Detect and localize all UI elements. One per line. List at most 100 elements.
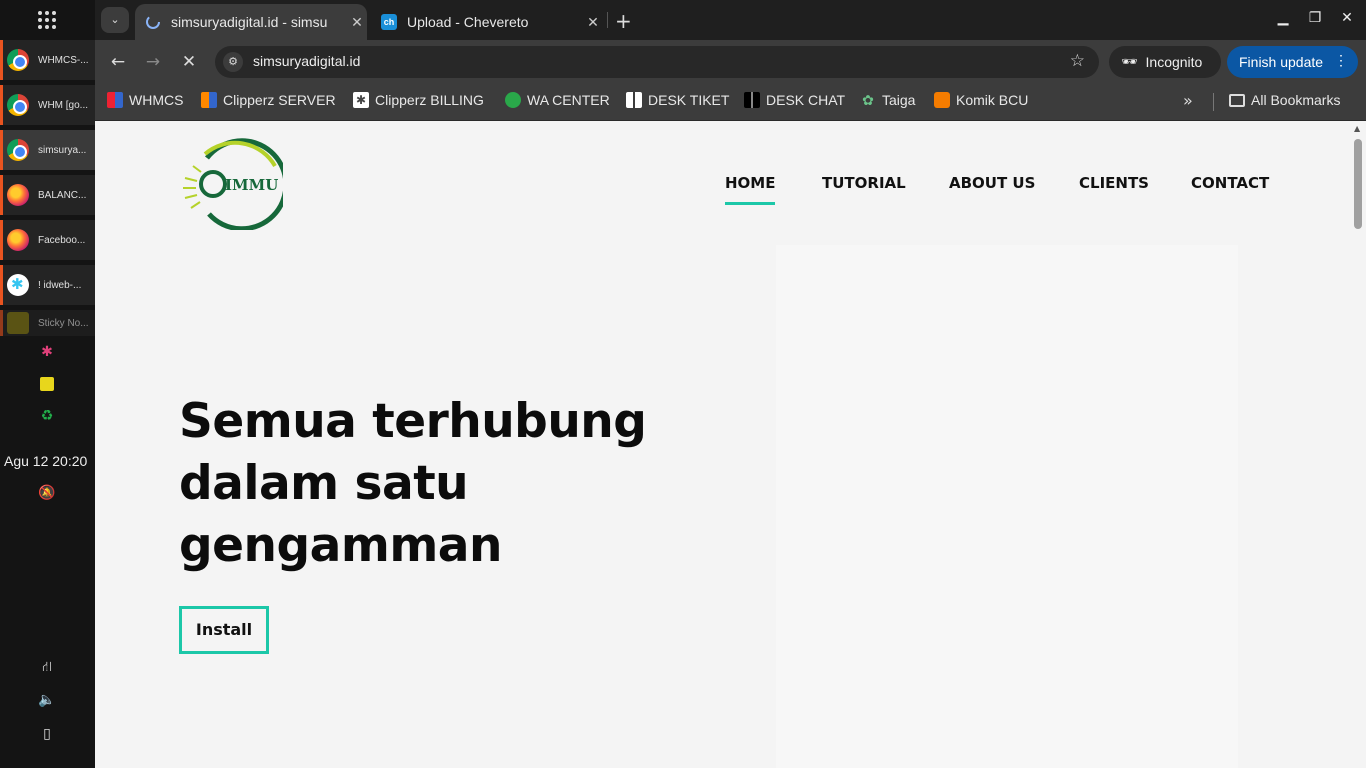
more-bookmarks-icon[interactable]: » [1183, 91, 1193, 110]
bookmark-desk-tiket[interactable]: DESK TIKET [626, 92, 729, 108]
show-apps-icon[interactable] [37, 10, 57, 30]
incognito-indicator[interactable]: 🕶 Incognito [1109, 46, 1221, 78]
site-info-icon[interactable]: ⚙ [223, 52, 243, 72]
tab-title: simsuryadigital.id - simsu [171, 14, 328, 30]
address-bar[interactable]: ⚙ simsuryadigital.id ☆ [215, 46, 1099, 78]
taskbar-item-facebook[interactable]: Faceboo... [0, 220, 95, 260]
taskbar-item-simsurya[interactable]: simsurya... [0, 130, 95, 170]
taskbar-item-label: WHMCS-... [38, 54, 89, 66]
firefox-icon [7, 229, 29, 251]
restore-button[interactable]: ❐ [1305, 10, 1325, 26]
bookmark-label: DESK TIKET [648, 92, 730, 108]
taskbar-item-whm[interactable]: WHM [go... [0, 85, 95, 125]
chrome-icon [7, 139, 29, 161]
chrome-icon [7, 94, 29, 116]
page-scrollbar[interactable]: ▲ [1350, 121, 1366, 768]
back-button[interactable]: ← [107, 51, 129, 73]
tab-simsuryadigital[interactable]: simsuryadigital.id - simsu ✕ [135, 4, 367, 40]
taskbar-item-label: Faceboo... [38, 234, 86, 246]
desk-chat-icon [744, 92, 760, 108]
recycle-tray-icon[interactable]: ♻ [38, 407, 56, 425]
taskbar-item-idweb[interactable]: ! idweb-... [0, 265, 95, 305]
all-bookmarks-label: All Bookmarks [1251, 92, 1341, 108]
finish-update-button[interactable]: Finish update ⋮ [1227, 46, 1358, 78]
bookmarks-bar: WHMCS Clipperz SERVER ✱ Clipperz BILLING… [95, 84, 1366, 121]
chevereto-icon: ch [381, 14, 397, 30]
all-bookmarks-button[interactable]: All Bookmarks [1229, 92, 1340, 108]
bookmark-whmcs[interactable]: WHMCS [107, 92, 183, 108]
bookmark-label: Clipperz BILLING [375, 92, 484, 108]
taskbar-item-label: WHM [go... [38, 99, 89, 111]
scrollbar-thumb[interactable] [1354, 139, 1362, 229]
menu-dots-icon: ⋮ [1334, 52, 1348, 68]
nav-home[interactable]: HOME [725, 174, 776, 205]
blogger-icon [934, 92, 950, 108]
loading-spinner-icon [146, 15, 160, 29]
close-tab-icon[interactable]: ✕ [349, 14, 365, 31]
taskbar-item-balance[interactable]: BALANC... [0, 175, 95, 215]
bookmark-clipperz-server[interactable]: Clipperz SERVER [201, 92, 336, 108]
finish-update-label: Finish update [1239, 54, 1324, 70]
clock[interactable]: Agu 12 20:20 [4, 453, 87, 469]
hero-image-placeholder [776, 245, 1238, 768]
bookmark-label: Komik BCU [956, 92, 1029, 108]
nav-contact[interactable]: CONTACT [1191, 174, 1269, 192]
desk-tiket-icon [626, 92, 642, 108]
new-tab-button[interactable]: + [615, 9, 632, 33]
taskbar-item-whmcs[interactable]: WHMCS-... [0, 40, 95, 80]
incognito-label: Incognito [1145, 54, 1203, 70]
taskbar: WHMCS-... WHM [go... simsurya... BALANC.… [0, 0, 95, 768]
install-button[interactable]: Install [179, 606, 269, 654]
tab-upload-chevereto[interactable]: ch Upload - Chevereto ✕ [371, 4, 603, 40]
hero-title-line: gengamman [179, 518, 502, 573]
nav-clients[interactable]: CLIENTS [1079, 174, 1149, 192]
notifications-muted-icon[interactable]: 🔕 [38, 484, 56, 502]
taskbar-item-label: ! idweb-... [38, 279, 82, 291]
bookmark-label: DESK CHAT [766, 92, 846, 108]
bookmark-star-icon[interactable]: ☆ [1070, 51, 1085, 71]
scroll-up-icon[interactable]: ▲ [1354, 124, 1360, 133]
tab-divider [607, 12, 608, 28]
chrome-icon [7, 49, 29, 71]
browser-window: ⌄ simsuryadigital.id - simsu ✕ ch Upload… [95, 0, 1366, 768]
tab-search-button[interactable]: ⌄ [101, 7, 129, 33]
sticky-notes-tray-icon[interactable] [40, 377, 54, 391]
nav-about-us[interactable]: ABOUT US [949, 174, 1035, 192]
battery-icon[interactable]: ▯ [38, 725, 56, 743]
slack-tray-icon[interactable]: ✱ [38, 343, 56, 361]
nav-tutorial[interactable]: TUTORIAL [822, 174, 906, 192]
bookmark-label: WA CENTER [527, 92, 610, 108]
incognito-icon: 🕶 [1121, 54, 1138, 69]
bookmark-komik-bcu[interactable]: Komik BCU [934, 92, 1028, 108]
clipperz-billing-icon: ✱ [353, 92, 369, 108]
taskbar-item-label: Sticky No... [38, 317, 89, 329]
taskbar-item-sticky-notes[interactable]: Sticky No... [0, 310, 95, 336]
logo-text: IMMU [225, 176, 278, 194]
simmu-logo[interactable]: IMMU [179, 136, 283, 230]
bookmark-clipperz-billing[interactable]: ✱ Clipperz BILLING [353, 92, 484, 108]
stop-loading-button[interactable]: ✕ [178, 51, 200, 73]
sticky-notes-icon [7, 312, 29, 334]
forward-button[interactable]: → [142, 51, 164, 73]
close-window-button[interactable]: ✕ [1337, 10, 1357, 26]
bookmark-label: WHMCS [129, 92, 184, 108]
bookmark-taiga[interactable]: ✿ Taiga [860, 92, 915, 108]
hero-title: Semua terhubung dalam satu gengamman [179, 391, 699, 577]
toolbar: ← → ✕ ⚙ simsuryadigital.id ☆ 🕶 Incognito… [95, 40, 1366, 84]
taskbar-item-label: BALANC... [38, 189, 87, 201]
taiga-icon: ✿ [862, 92, 874, 108]
taskbar-item-label: simsurya... [38, 144, 87, 156]
close-tab-icon[interactable]: ✕ [585, 14, 601, 31]
firefox-icon [7, 184, 29, 206]
url-text[interactable]: simsuryadigital.id [253, 53, 360, 69]
bookmark-label: Taiga [882, 92, 916, 108]
bookmark-desk-chat[interactable]: DESK CHAT [744, 92, 845, 108]
whmcs-icon [107, 92, 123, 108]
volume-icon[interactable]: 🔈 [38, 691, 56, 709]
network-icon[interactable]: ⛙ [38, 658, 56, 676]
bookmark-label: Clipperz SERVER [223, 92, 336, 108]
tab-title: Upload - Chevereto [407, 14, 529, 30]
folder-icon [1229, 93, 1245, 107]
bookmark-wa-center[interactable]: WA CENTER [505, 92, 610, 108]
minimize-button[interactable]: ▁ [1273, 10, 1293, 26]
